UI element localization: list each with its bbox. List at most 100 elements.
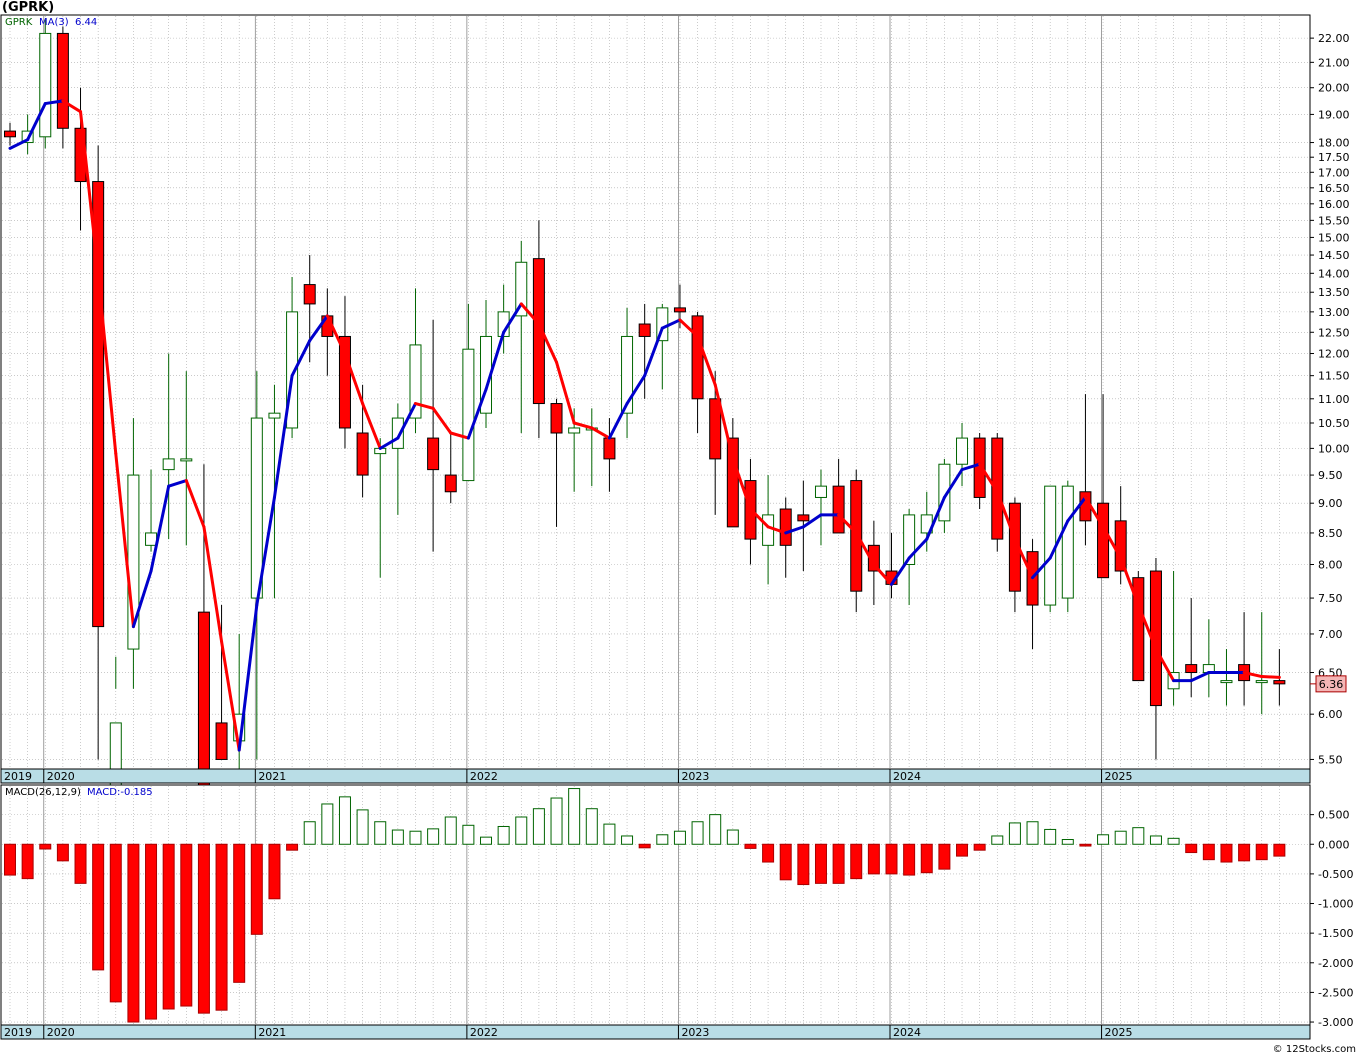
macd-bar bbox=[356, 809, 369, 845]
macd-bar bbox=[673, 830, 686, 845]
credit-label: © 12Stocks.com bbox=[1273, 1044, 1356, 1055]
candle-body bbox=[409, 344, 422, 419]
macd-bar bbox=[162, 843, 175, 1010]
candle-body bbox=[673, 307, 686, 313]
macd-bar bbox=[991, 835, 1004, 845]
candle-body bbox=[1255, 680, 1268, 684]
candle-body bbox=[303, 284, 316, 305]
macd-bar bbox=[920, 843, 933, 874]
macd-bar bbox=[1238, 843, 1251, 862]
candle-body bbox=[180, 458, 193, 462]
macd-bar bbox=[779, 843, 792, 881]
macd-year-label: 2019 bbox=[4, 1026, 32, 1039]
price-tick-label: 22.00 bbox=[1318, 32, 1350, 45]
macd-bar bbox=[850, 843, 863, 880]
macd-bar bbox=[973, 843, 986, 851]
macd-bar bbox=[726, 829, 739, 845]
macd-year-label: 2025 bbox=[1105, 1026, 1133, 1039]
macd-bar bbox=[321, 803, 334, 845]
macd-bar bbox=[1185, 843, 1198, 854]
price-tick-label: 10.50 bbox=[1318, 417, 1350, 430]
price-ma-value: 6.44 bbox=[75, 17, 97, 28]
macd-bar bbox=[603, 823, 616, 845]
last-price-badge: 6.36 bbox=[1315, 675, 1347, 693]
price-tick-label: 6.00 bbox=[1318, 708, 1343, 721]
price-tick-label: 21.00 bbox=[1318, 56, 1350, 69]
candle-body bbox=[550, 403, 563, 434]
macd-year-label: 2022 bbox=[470, 1026, 498, 1039]
macd-bar bbox=[21, 843, 34, 880]
price-symbol-label: GPRK bbox=[5, 17, 33, 28]
candle-body bbox=[39, 32, 52, 138]
price-tick-label: 10.00 bbox=[1318, 442, 1350, 455]
macd-bar bbox=[233, 843, 246, 983]
macd-bar bbox=[762, 843, 775, 863]
macd-x-axis: 2019 2020 2021 2022 2023 2024 2025 bbox=[0, 1024, 1311, 1040]
macd-bar bbox=[1044, 828, 1057, 845]
candle-body bbox=[762, 514, 775, 546]
candle-body bbox=[4, 130, 16, 138]
price-tick-label: 7.00 bbox=[1318, 628, 1343, 641]
macd-bar bbox=[1114, 830, 1127, 845]
candle-body bbox=[1273, 680, 1286, 685]
price-year-label: 2023 bbox=[681, 770, 709, 783]
macd-bar bbox=[638, 843, 651, 849]
candle-body bbox=[603, 437, 616, 460]
macd-bar bbox=[109, 843, 122, 1003]
macd-bar bbox=[814, 843, 827, 884]
price-x-axis: 2019 2020 2021 2022 2023 2024 2025 bbox=[0, 768, 1311, 784]
candle-body bbox=[691, 315, 704, 400]
candle-body bbox=[956, 437, 969, 465]
candle-body bbox=[779, 508, 792, 546]
price-tick-label: 17.00 bbox=[1318, 166, 1350, 179]
price-tick-label: 8.00 bbox=[1318, 558, 1343, 571]
macd-bar bbox=[268, 843, 281, 900]
macd-year-label: 2021 bbox=[258, 1026, 286, 1039]
macd-bar bbox=[903, 843, 916, 876]
macd-bar bbox=[744, 843, 757, 849]
candle-body bbox=[1097, 502, 1110, 579]
macd-bar bbox=[215, 843, 228, 1011]
macd-bar bbox=[832, 843, 845, 884]
macd-bar bbox=[497, 825, 510, 845]
macd-bar bbox=[568, 788, 581, 845]
candle bbox=[1061, 480, 1074, 613]
macd-bar bbox=[250, 843, 263, 935]
macd-label: MACD(26,12,9) bbox=[5, 787, 81, 798]
macd-bar bbox=[427, 828, 440, 845]
macd-bar bbox=[885, 843, 898, 875]
candle-body bbox=[638, 323, 651, 337]
macd-bar bbox=[56, 843, 69, 862]
price-year-label: 2025 bbox=[1105, 770, 1133, 783]
macd-bar bbox=[374, 821, 387, 845]
macd-tick-label: -1.000 bbox=[1318, 898, 1353, 911]
stock-chart: (GPRK) 5.506.006.507.007.508.008.509.009… bbox=[0, 0, 1360, 1056]
price-tick-label: 15.00 bbox=[1318, 231, 1350, 244]
macd-bar bbox=[127, 843, 140, 1023]
macd-bar bbox=[39, 843, 52, 850]
price-tick-label: 15.50 bbox=[1318, 214, 1350, 227]
candle-body bbox=[427, 437, 440, 471]
macd-bar bbox=[338, 796, 351, 845]
price-tick-label: 11.00 bbox=[1318, 393, 1350, 406]
macd-tick-label: 0.500 bbox=[1318, 809, 1350, 822]
price-year-label: 2019 bbox=[4, 770, 32, 783]
macd-bar bbox=[1202, 843, 1215, 861]
price-tick-label: 13.00 bbox=[1318, 306, 1350, 319]
macd-bar bbox=[409, 830, 422, 845]
candle-body bbox=[709, 398, 722, 460]
price-tick-label: 19.00 bbox=[1318, 108, 1350, 121]
candle-body bbox=[215, 722, 228, 760]
candle-body bbox=[814, 485, 827, 498]
price-tick-label: 7.50 bbox=[1318, 592, 1343, 605]
macd-bar bbox=[797, 843, 810, 886]
macd-bar bbox=[1255, 843, 1268, 861]
macd-tick-label: -2.500 bbox=[1318, 986, 1353, 999]
macd-bar bbox=[1061, 839, 1074, 845]
macd-bar bbox=[1149, 835, 1162, 845]
candle-body bbox=[250, 417, 263, 599]
candle-body bbox=[162, 458, 175, 471]
candle-body bbox=[197, 611, 210, 790]
macd-year-label: 2020 bbox=[47, 1026, 75, 1039]
candle-body bbox=[832, 485, 845, 534]
